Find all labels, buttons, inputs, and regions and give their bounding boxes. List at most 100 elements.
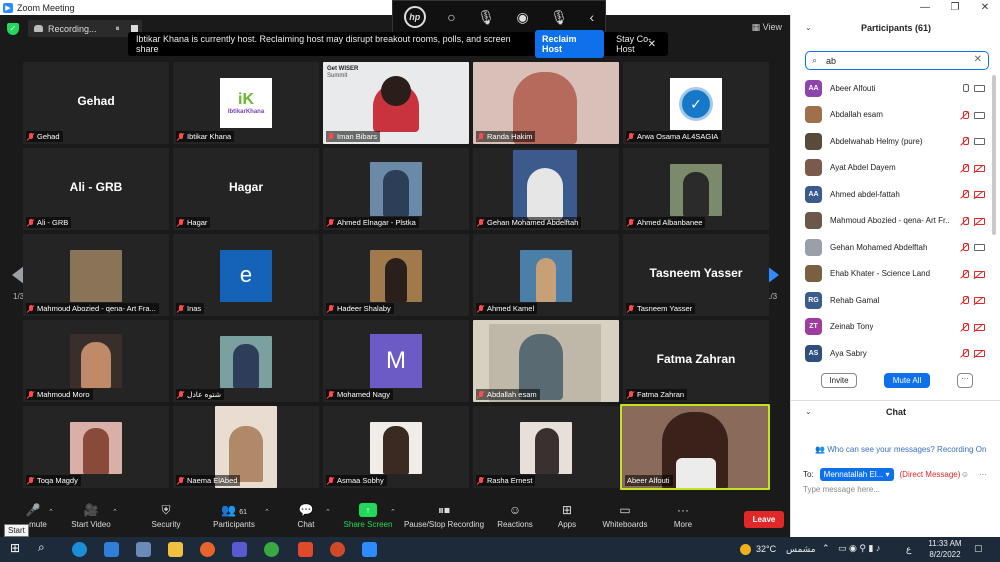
leave-button[interactable]: Leave	[744, 511, 784, 528]
video-tile[interactable]: Hadeer Shalaby	[323, 234, 469, 316]
chat-visibility-info[interactable]: 👥 Who can see your messages? Recording O…	[815, 445, 986, 454]
muted-microphone-icon[interactable]	[962, 269, 969, 279]
participant-row[interactable]: ZT Zeinab Tony	[805, 314, 985, 341]
active-speaker-tile[interactable]: Abeer Alfouti	[620, 404, 770, 490]
participant-row[interactable]: Abdallah esam	[805, 102, 985, 129]
muted-microphone-icon[interactable]	[962, 243, 969, 252]
reclaim-host-button[interactable]: Reclaim Host	[534, 30, 605, 58]
microphone-icon[interactable]: 🎙	[477, 9, 495, 26]
office-icon[interactable]	[298, 542, 313, 557]
video-off-icon[interactable]	[974, 217, 985, 225]
video-tile[interactable]: Rasha Ernest	[473, 406, 619, 488]
search-icon[interactable]: ⌕	[38, 540, 53, 555]
muted-microphone-icon[interactable]	[962, 349, 969, 358]
chat-recipient-select[interactable]: Mennatallah El... ▾	[819, 467, 894, 481]
restore-button[interactable]: ❐	[940, 0, 970, 15]
video-tile[interactable]: Tasneem Yasser Tasneem Yasser	[623, 234, 769, 316]
microphone-icon[interactable]	[962, 84, 969, 93]
muted-microphone-icon[interactable]	[962, 322, 969, 332]
mute-all-button[interactable]: Mute All	[884, 373, 930, 388]
video-tile[interactable]: Ahmed Albanbanee	[623, 148, 769, 230]
teams-icon[interactable]	[232, 542, 247, 557]
tray-icons[interactable]: ▭ ◉ ⚲ ▮ ♪	[838, 543, 880, 554]
tray-chevron-up-icon[interactable]: ⌃	[822, 543, 830, 554]
participant-row[interactable]: RG Rehab Gamal	[805, 287, 985, 314]
muted-microphone-icon[interactable]	[962, 190, 969, 199]
video-camera-icon[interactable]	[974, 111, 985, 119]
participant-row[interactable]: Abdelwahab Helmy (pure)	[805, 128, 985, 155]
record-dot-icon[interactable]: ◉	[517, 9, 529, 26]
mail-icon[interactable]	[104, 542, 119, 557]
participant-list-scrollbar[interactable]	[992, 75, 996, 235]
stop-recording-icon[interactable]	[130, 25, 138, 32]
chat-message-input[interactable]: Type message here...	[803, 485, 880, 494]
participant-row[interactable]: Ayat Abdel Dayem	[805, 155, 985, 182]
video-tile[interactable]: شتوه عادل	[173, 320, 319, 402]
video-tile[interactable]: ✓ Arwa Osama AL4SAGIA	[623, 62, 769, 144]
chat-button[interactable]: 💬 Chat	[292, 503, 320, 529]
video-tile[interactable]: Ahmed Kamel	[473, 234, 619, 316]
taskbar-clock[interactable]: 11:33 AM 8/2/2022	[920, 538, 970, 560]
video-off-icon[interactable]	[974, 350, 985, 357]
edge-icon[interactable]	[72, 542, 87, 557]
video-off-icon[interactable]	[974, 164, 985, 172]
video-tile[interactable]: Toqa Magdy	[23, 406, 169, 488]
whiteboards-button[interactable]: ▭ Whiteboards	[600, 503, 650, 529]
weather-temp[interactable]: 32°C	[756, 544, 776, 554]
notifications-icon[interactable]: ▢	[974, 543, 983, 554]
video-tile[interactable]: Mahmoud Abozied - qena- Art Fra...	[23, 234, 169, 316]
video-tile[interactable]: Get WISER Summit Iman Bibars	[323, 62, 469, 144]
video-camera-icon[interactable]	[974, 85, 985, 92]
video-tile[interactable]: Hagar Hagar	[173, 148, 319, 230]
chrome-icon[interactable]	[264, 542, 279, 557]
video-off-icon[interactable]	[974, 270, 985, 278]
participant-row[interactable]: Ehab Khater - Science Land	[805, 261, 985, 288]
participant-row[interactable]: Mahmoud Abozied - qena- Art Fr...	[805, 208, 985, 235]
weather-sun-icon[interactable]	[740, 544, 751, 555]
video-tile[interactable]: e Inas	[173, 234, 319, 316]
video-camera-icon[interactable]	[974, 138, 985, 145]
stay-cohost-button[interactable]: Stay Co-Host	[616, 34, 668, 54]
more-button[interactable]: ··· More	[670, 503, 696, 529]
invite-button[interactable]: Invite	[821, 373, 857, 388]
reactions-button[interactable]: ☺ Reactions	[496, 503, 534, 529]
video-tile[interactable]: Ahmed Elnagar - Plstka	[323, 148, 469, 230]
participant-search-input[interactable]: ⌕ ab ✕	[805, 51, 989, 70]
language-indicator[interactable]: ع	[906, 544, 911, 555]
file-explorer-icon[interactable]	[168, 542, 183, 557]
muted-microphone-icon[interactable]	[962, 216, 969, 226]
chevron-up-icon[interactable]: ⌃	[390, 508, 396, 516]
video-tile[interactable]: M Mohamed Nagy	[323, 320, 469, 402]
participants-button[interactable]: 👥 61 Participants	[208, 503, 260, 529]
network-icon[interactable]	[136, 542, 151, 557]
minimize-button[interactable]: —	[910, 0, 940, 15]
video-camera-icon[interactable]	[974, 244, 985, 251]
chevron-up-icon[interactable]: ⌃	[48, 508, 54, 516]
participant-row[interactable]: AA Ahmed abdel-fattah	[805, 181, 985, 208]
participant-row[interactable]: AS Aya Sabry	[805, 340, 985, 367]
pause-stop-recording-button[interactable]: ⏸⏹ Pause/Stop Recording	[402, 503, 486, 529]
chevron-up-icon[interactable]: ⌃	[264, 508, 270, 516]
chat-more-icon[interactable]: ···	[979, 470, 987, 479]
video-tile[interactable]: iK IbtikarKhana Ibtikar Khana	[173, 62, 319, 144]
circle-icon[interactable]: ○	[447, 9, 455, 25]
windows-start-icon[interactable]: ⊞	[10, 541, 25, 556]
video-tile[interactable]: Ali - GRB Ali - GRB	[23, 148, 169, 230]
participant-row[interactable]: Gehan Mohamed Abdelftah	[805, 234, 985, 261]
security-button[interactable]: ⛨ Security	[146, 503, 186, 529]
view-button[interactable]: ▦ View	[752, 22, 782, 33]
share-screen-button[interactable]: ↑ Share Screen	[342, 503, 394, 529]
microphone-active-icon[interactable]: 🎙	[550, 9, 568, 26]
zoom-taskbar-icon[interactable]	[362, 542, 377, 557]
participant-row[interactable]: AA Abeer Alfouti	[805, 75, 985, 102]
video-tile[interactable]: Abdallah esam	[473, 320, 619, 402]
close-window-button[interactable]: ✕	[970, 0, 1000, 15]
pause-recording-icon[interactable]: ⏸	[116, 24, 120, 34]
video-tile[interactable]: Gehan Mohamed Abdelftah	[473, 148, 619, 230]
chevron-left-icon[interactable]: ‹	[590, 9, 595, 25]
clear-search-icon[interactable]: ✕	[974, 54, 982, 65]
video-tile[interactable]: Mahmoud Moro	[23, 320, 169, 402]
powerpoint-icon[interactable]	[330, 542, 345, 557]
muted-microphone-icon[interactable]	[962, 163, 969, 173]
video-off-icon[interactable]	[974, 323, 985, 331]
